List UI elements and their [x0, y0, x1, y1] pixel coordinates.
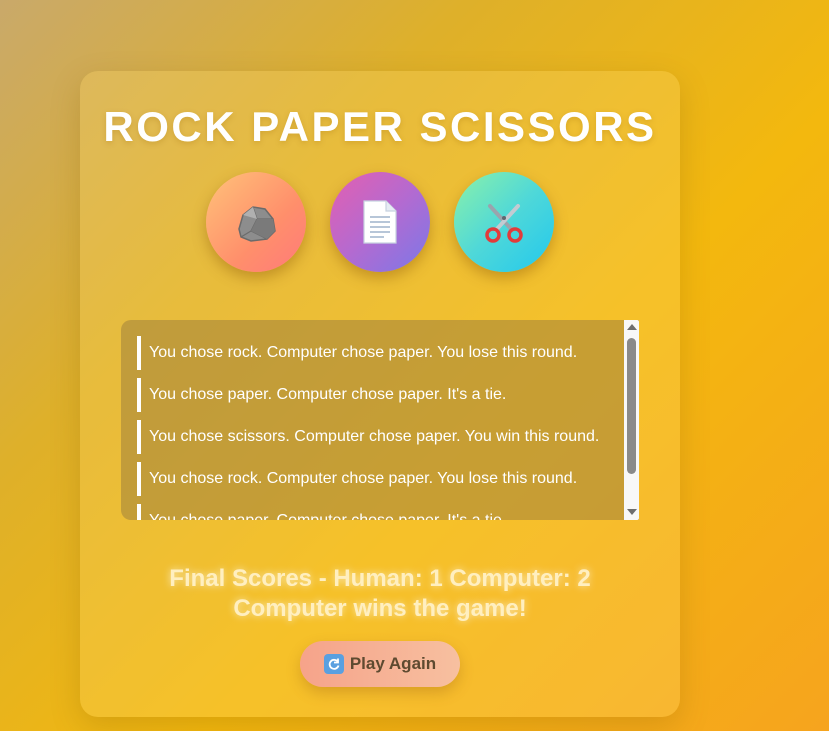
play-again-label: Play Again — [349, 654, 437, 673]
log-entry: You chose rock. Computer chose paper. Yo… — [137, 462, 617, 496]
paper-button[interactable] — [330, 172, 430, 272]
log-scrollbar[interactable] — [624, 320, 639, 520]
scissors-button[interactable] — [454, 172, 554, 272]
final-scores: Final Scores - Human: 1 Computer: 2 — [169, 565, 591, 592]
paper-icon — [358, 199, 402, 245]
choice-buttons — [80, 172, 680, 272]
round-log[interactable]: You chose rock. Computer chose paper. Yo… — [121, 320, 639, 520]
log-entry: You chose scissors. Computer chose paper… — [137, 420, 617, 454]
round-log-list: You chose rock. Computer chose paper. Yo… — [137, 336, 617, 520]
scissors-icon — [480, 198, 528, 246]
rock-button[interactable] — [206, 172, 306, 272]
scroll-down-arrow-icon[interactable] — [627, 509, 637, 515]
scroll-up-arrow-icon[interactable] — [627, 324, 637, 330]
game-card: ROCK PAPER SCISSORS You chose rock. Comp… — [80, 71, 680, 717]
game-title: ROCK PAPER SCISSORS — [103, 103, 657, 150]
winner-message: Computer wins the game! — [233, 595, 527, 622]
log-entry: You chose rock. Computer chose paper. Yo… — [137, 336, 617, 370]
log-entry: You chose paper. Computer chose paper. I… — [137, 378, 617, 412]
play-again-button[interactable]: Play Again — [300, 641, 460, 687]
scroll-thumb[interactable] — [627, 338, 636, 474]
log-entry: You chose paper. Computer chose paper. I… — [137, 504, 617, 520]
rock-icon — [231, 197, 281, 247]
replay-icon — [323, 654, 344, 674]
